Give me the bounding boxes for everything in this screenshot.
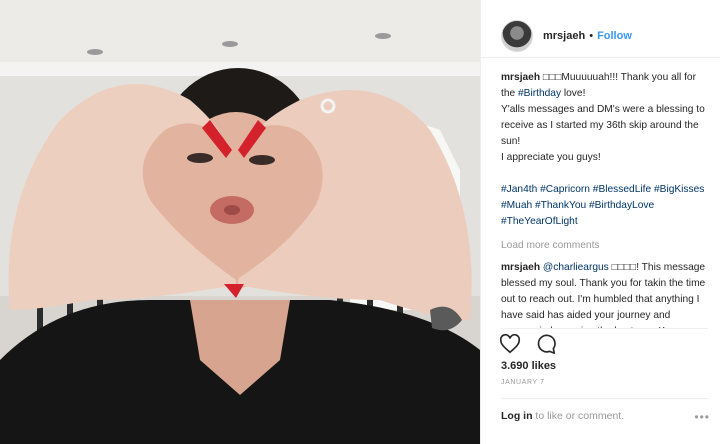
login-prompt-text: to like or comment. — [532, 410, 625, 422]
likes-count[interactable]: 3.690 likes — [501, 360, 556, 372]
more-options-icon[interactable]: ••• — [694, 410, 710, 424]
post-photo[interactable] — [0, 0, 480, 444]
caption-hashtag[interactable]: #Birthday — [518, 88, 561, 99]
divider — [501, 328, 708, 329]
caption-username[interactable]: mrsjaeh — [501, 72, 540, 83]
caption-line-2: Y'alls messages and DM's were a blessing… — [501, 104, 705, 147]
post-side-panel: mrsjaeh • Follow mrsjaeh □□□Muuuuuah!!! … — [480, 0, 720, 444]
hashtag[interactable]: #Jan4th — [501, 184, 537, 195]
comment: mrsjaeh @charlieargus □□□□! This message… — [501, 260, 706, 328]
divider — [501, 398, 708, 399]
caption: mrsjaeh □□□Muuuuuah!!! Thank you all for… — [501, 70, 706, 102]
hashtag[interactable]: #BigKisses — [654, 184, 704, 195]
comment-username[interactable]: mrsjaeh — [501, 262, 540, 273]
hashtag[interactable]: #TheYearOfLight — [501, 216, 578, 227]
login-prompt: Log in to like or comment. — [501, 410, 624, 422]
post-actions — [499, 333, 557, 355]
login-link[interactable]: Log in — [501, 410, 533, 422]
hashtag[interactable]: #BlessedLife — [593, 184, 651, 195]
instagram-post: mrsjaeh • Follow mrsjaeh □□□Muuuuuah!!! … — [0, 0, 720, 444]
caption-text-end: love! — [561, 88, 586, 99]
hashtag[interactable]: #Muah — [501, 200, 532, 211]
header-separator: • — [589, 29, 594, 42]
comment-bubble-icon[interactable] — [535, 333, 557, 355]
comments-section: mrsjaeh □□□Muuuuuah!!! Thank you all for… — [501, 70, 706, 328]
photo-image — [0, 0, 480, 444]
hashtag[interactable]: #BirthdayLove — [589, 200, 654, 211]
follow-button[interactable]: Follow — [597, 30, 632, 42]
post-date[interactable]: JANUARY 7 — [501, 379, 545, 386]
hashtag-list: #Jan4th #Capricorn #BlessedLife #BigKiss… — [501, 182, 706, 230]
post-header: mrsjaeh • Follow — [481, 0, 720, 58]
header-username[interactable]: mrsjaeh — [543, 30, 585, 42]
comment-mention[interactable]: @charlieargus — [543, 262, 609, 273]
hashtag[interactable]: #ThankYou — [535, 200, 586, 211]
heart-icon[interactable] — [499, 333, 521, 355]
hashtag[interactable]: #Capricorn — [540, 184, 590, 195]
caption-line-3: I appreciate you guys! — [501, 152, 601, 163]
avatar[interactable] — [501, 19, 533, 52]
load-more-comments-link[interactable]: Load more comments — [501, 238, 706, 254]
